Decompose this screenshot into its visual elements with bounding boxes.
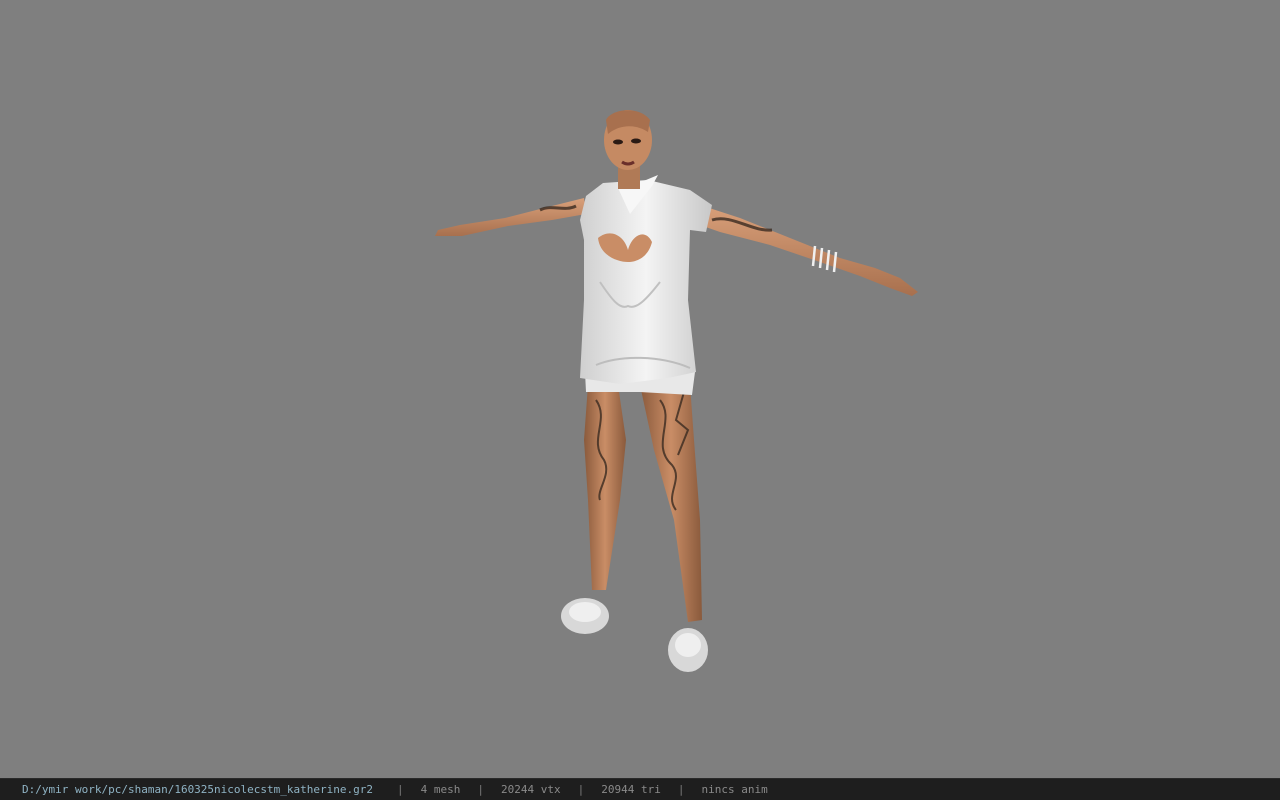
status-bar: D:/ymir work/pc/shaman/160325nicolecstm_… (0, 778, 1280, 800)
animation-status: nincs anim (701, 783, 768, 796)
separator: | (397, 783, 404, 796)
character-model-icon (435, 110, 918, 672)
file-path-label: D:/ymir work/pc/shaman/160325nicolecstm_… (22, 783, 373, 796)
triangle-count: 20944 tri (601, 783, 661, 796)
mesh-count: 4 mesh (420, 783, 461, 796)
separator: | (477, 783, 484, 796)
left-leg (584, 385, 626, 590)
right-arm (700, 205, 918, 296)
vertex-count: 20244 vtx (501, 783, 561, 796)
3d-viewport[interactable] (0, 0, 1280, 778)
separator: | (677, 783, 685, 796)
left-arm (435, 198, 586, 236)
dress (580, 180, 712, 384)
separator: | (577, 783, 585, 796)
right-leg (640, 385, 702, 622)
